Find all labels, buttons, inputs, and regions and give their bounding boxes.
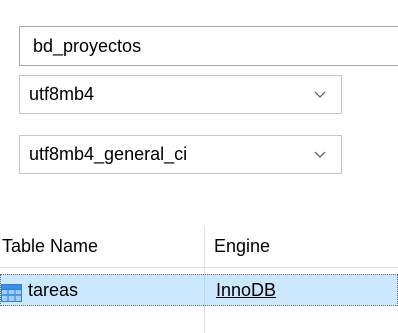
table-name-cell[interactable]: tareas [1, 275, 78, 305]
charset-select[interactable]: utf8mb4 [19, 75, 342, 114]
table-engine-cell[interactable]: InnoDB [216, 275, 276, 305]
collation-select-value: utf8mb4_general_ci [29, 144, 188, 164]
database-name-input[interactable]: bd_proyectos [19, 26, 398, 66]
table-name-label: tareas [28, 280, 79, 300]
table-row[interactable]: tareas InnoDB [0, 274, 398, 306]
table-icon [1, 281, 22, 302]
column-header-table-name[interactable]: Table Name [2, 226, 98, 267]
tables-list: Table Name Engine tareas InnoDB [0, 226, 398, 333]
collation-select[interactable]: utf8mb4_general_ci [19, 135, 342, 174]
charset-select-value: utf8mb4 [29, 84, 95, 104]
chevron-down-icon[interactable] [313, 76, 327, 113]
column-header-engine[interactable]: Engine [214, 226, 270, 267]
row-column-divider [204, 274, 205, 306]
chevron-down-icon[interactable] [313, 136, 327, 173]
schema-editor-panel: bd_proyectos utf8mb4 utf8mb4_general_ci … [0, 0, 398, 333]
table-header-row: Table Name Engine [0, 226, 398, 268]
